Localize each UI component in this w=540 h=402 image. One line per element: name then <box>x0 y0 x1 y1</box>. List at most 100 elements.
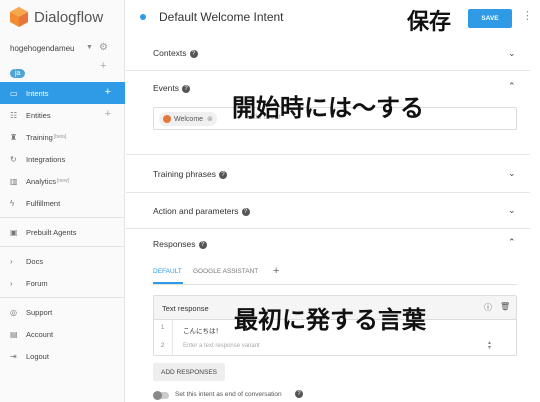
sidebar-item-integrations[interactable]: ↻ Integrations <box>0 148 125 170</box>
section-contexts[interactable]: Contexts? ⌄ <box>126 36 530 71</box>
prebuilt-agents-icon: ▣ <box>10 227 18 237</box>
intent-title[interactable]: Default Welcome Intent <box>159 10 284 24</box>
event-chip[interactable]: Welcome ⊗ <box>159 112 217 126</box>
entities-icon: ☷ <box>10 110 18 120</box>
sidebar-item-account[interactable]: ▤ Account <box>0 323 125 345</box>
sidebar-item-label: Fulfillment <box>26 198 61 208</box>
gear-icon[interactable]: ⚙ <box>99 42 108 53</box>
annotation-response: 最初に発する言葉 <box>234 307 426 334</box>
sidebar-nav: ▭ Intents + ☷ Entities + ♜ Training [bet… <box>0 82 125 367</box>
chevron-down-icon[interactable]: ⌄ <box>508 48 516 59</box>
agent-name: hogehogendameu <box>10 44 75 53</box>
divider <box>0 246 125 247</box>
language-badge[interactable]: ja <box>10 69 26 78</box>
section-training-phrases[interactable]: Training phrases? ⌄ <box>126 156 530 193</box>
event-chip-label: Welcome <box>174 115 204 123</box>
section-title: Responses <box>153 239 196 249</box>
help-icon[interactable]: ? <box>219 170 227 179</box>
chat-bubble-icon: ▭ <box>10 88 18 98</box>
sidebar-item-label: Docs <box>26 256 44 266</box>
new-tag: [new] <box>57 178 69 184</box>
more-vert-icon[interactable]: ⋮ <box>522 9 533 22</box>
response-placeholder[interactable]: Enter a text response variant <box>183 343 260 349</box>
sidebar-item-label: Intents <box>26 88 49 98</box>
bolt-icon: ϟ <box>10 198 15 208</box>
help-icon[interactable]: ? <box>241 207 250 216</box>
response-row[interactable]: 2 Enter a text response variant ▴ ▾ <box>154 338 516 356</box>
brand-name: Dialogflow <box>34 8 104 26</box>
intent-header: Default Welcome Intent 保存 SAVE ⋮ <box>126 0 540 36</box>
section-action-parameters[interactable]: Action and parameters? ⌄ <box>126 193 530 229</box>
row-number: 1 <box>161 325 165 331</box>
section-title: Contexts <box>153 48 187 58</box>
intent-editor: Contexts? ⌄ Events? ⌃ Welcome ⊗ Add even… <box>126 36 540 402</box>
section-title: Training phrases <box>153 169 216 179</box>
sidebar-item-label: Account <box>26 329 54 339</box>
sidebar-item-label: Integrations <box>26 154 66 164</box>
chevron-right-icon: › <box>10 278 13 288</box>
sidebar-item-label: Training <box>26 132 53 142</box>
section-title: Events <box>153 83 179 93</box>
help-icon[interactable]: ? <box>182 84 190 93</box>
response-tabs: DEFAULT GOOGLE ASSISTANT + <box>153 265 517 285</box>
annotation-events: 開始時には〜する <box>232 95 424 122</box>
response-text[interactable]: こんにちは！ <box>183 325 222 335</box>
sidebar-item-label: Entities <box>26 110 51 120</box>
dialogflow-logo-icon <box>10 7 28 27</box>
agent-selector[interactable]: hogehogendameu ▼ ⚙ <box>10 42 115 53</box>
annotation-save: 保存 <box>407 9 452 34</box>
sidebar-item-intents[interactable]: ▭ Intents + <box>0 82 125 104</box>
sidebar-item-fulfillment[interactable]: ϟ Fulfillment <box>0 192 125 214</box>
divider <box>172 338 173 356</box>
analytics-icon: ▥ <box>10 176 18 186</box>
sidebar-item-forum[interactable]: › Forum <box>0 272 125 294</box>
add-intent-icon[interactable]: + <box>105 86 111 98</box>
sidebar-item-label: Analytics <box>26 176 57 186</box>
caret-down-icon[interactable]: ▼ <box>86 44 93 51</box>
support-icon: ◎ <box>10 307 17 317</box>
text-response-title: Text response <box>162 304 209 313</box>
add-responses-button[interactable]: ADD RESPONSES <box>153 363 225 381</box>
sidebar-item-entities[interactable]: ☷ Entities + <box>0 104 125 126</box>
chevron-down-icon[interactable]: ⌄ <box>508 168 516 179</box>
brand[interactable]: Dialogflow <box>10 7 103 27</box>
add-language-icon[interactable]: + <box>100 60 106 72</box>
help-icon[interactable]: ? <box>198 240 207 249</box>
sidebar-item-docs[interactable]: › Docs <box>0 250 125 272</box>
remove-chip-icon[interactable]: ⊗ <box>207 115 213 123</box>
sidebar-item-prebuilt-agents[interactable]: ▣ Prebuilt Agents <box>0 221 125 243</box>
graduation-cap-icon: ♜ <box>10 132 18 142</box>
sidebar-item-training[interactable]: ♜ Training [beta] <box>0 126 125 148</box>
trash-icon[interactable]: 🗑 <box>500 302 510 311</box>
divider <box>172 320 173 338</box>
tab-indicator <box>153 282 183 284</box>
add-tab-icon[interactable]: + <box>273 265 279 277</box>
event-icon <box>163 115 171 123</box>
sidebar-item-logout[interactable]: ⇥ Logout <box>0 345 125 367</box>
chevron-up-icon[interactable]: ⌃ <box>508 237 516 248</box>
add-entity-icon[interactable]: + <box>105 108 111 120</box>
intent-status-dot <box>140 14 146 20</box>
stepper-icon[interactable]: ▴ ▾ <box>488 340 491 351</box>
end-conversation-toggle[interactable] <box>153 391 169 400</box>
chevron-right-icon: › <box>10 256 13 266</box>
save-button[interactable]: SAVE <box>468 9 512 28</box>
sidebar-item-label: Prebuilt Agents <box>26 227 77 237</box>
help-icon[interactable]: ? <box>189 49 198 58</box>
help-icon[interactable]: ⓘ <box>484 302 492 313</box>
section-title: Action and parameters <box>153 206 239 216</box>
tab-default[interactable]: DEFAULT <box>153 268 182 275</box>
sidebar-item-label: Forum <box>26 278 48 288</box>
chevron-up-icon[interactable]: ⌃ <box>508 81 516 92</box>
divider <box>0 297 125 298</box>
account-icon: ▤ <box>10 329 18 339</box>
tab-google-assistant[interactable]: GOOGLE ASSISTANT <box>193 268 258 275</box>
chevron-down-icon[interactable]: ⌄ <box>508 205 516 216</box>
sidebar-item-support[interactable]: ◎ Support <box>0 301 125 323</box>
beta-tag: [beta] <box>53 134 67 140</box>
sidebar-item-analytics[interactable]: ▥ Analytics [new] <box>0 170 125 192</box>
end-conversation-label: Set this intent as end of conversation <box>175 391 282 398</box>
help-icon[interactable]: ? <box>295 390 303 398</box>
row-number: 2 <box>161 343 165 349</box>
end-conversation-row: Set this intent as end of conversation ? <box>153 390 353 402</box>
